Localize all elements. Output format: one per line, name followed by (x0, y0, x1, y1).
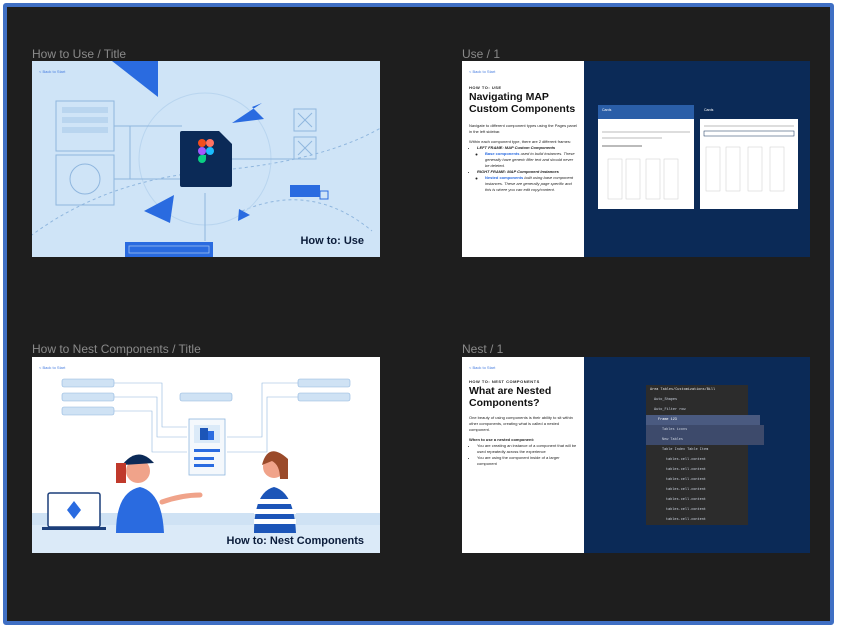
nest-title-caption: How to: Nest Components (226, 535, 365, 547)
layer-row-selected[interactable]: Frame 123 (646, 415, 760, 425)
layers-panel[interactable]: Area Tables/Customizations/Bill Auto_Sha… (646, 385, 764, 525)
frame-how-to-use-title[interactable]: < Back to Start How to: Use (32, 61, 380, 257)
use-1-body: Navigate to different component types us… (469, 123, 577, 193)
layer-row[interactable]: tables.cell.content (646, 475, 768, 485)
back-to-start-link[interactable]: < Back to Start (39, 69, 65, 74)
back-to-start-link[interactable]: < Back to Start (469, 365, 495, 370)
use-1-text-panel: < Back to Start HOW TO: USE Navigating M… (462, 61, 584, 257)
nest-1-eyebrow: HOW TO: NEST COMPONENTS (469, 379, 540, 384)
cards-instances-content (703, 125, 795, 192)
layer-row[interactable]: Auto_Shapes (646, 395, 756, 405)
cards-preview-header: Cards (598, 105, 694, 119)
nest-1-text-panel: < Back to Start HOW TO: NEST COMPONENTS … (462, 357, 584, 553)
layer-row[interactable]: tables.cell.content (646, 515, 768, 525)
nest-1-body: One beauty of using components is their … (469, 415, 577, 467)
layer-row[interactable]: Table Index Table Item (646, 445, 764, 455)
layer-row[interactable]: Tables icons (646, 425, 764, 435)
frame-use-1[interactable]: < Back to Start HOW TO: USE Navigating M… (462, 61, 810, 257)
frame-label-how-to-nest-title[interactable]: How to Nest Components / Title (32, 342, 201, 356)
back-to-start-link[interactable]: < Back to Start (39, 365, 65, 370)
nest-1-title: What are Nested Components? (469, 385, 552, 409)
layer-row[interactable]: New Tables (646, 435, 764, 445)
layer-row[interactable]: tables.cell.content (646, 455, 768, 465)
nest-title-illustration (32, 378, 380, 553)
frame-how-to-nest-title[interactable]: < Back to Start How to: Nest Components (32, 357, 380, 553)
cards-preview-content (602, 131, 690, 200)
layer-row[interactable]: Area Tables/Customizations/Bill (646, 385, 752, 395)
use-1-eyebrow: HOW TO: USE (469, 85, 502, 90)
use-title-caption: How to: Use (300, 235, 364, 247)
frame-label-how-to-use-title[interactable]: How to Use / Title (32, 47, 126, 61)
layer-row[interactable]: tables.cell.content (646, 465, 768, 475)
use-title-illustration (32, 61, 380, 257)
frame-label-use-1[interactable]: Use / 1 (462, 47, 500, 61)
layer-row[interactable]: Auto_Filter row (646, 405, 756, 415)
frame-nest-1[interactable]: < Back to Start HOW TO: NEST COMPONENTS … (462, 357, 810, 553)
layer-row[interactable]: tables.cell.content (646, 505, 768, 515)
cards-instances-preview: Cards (700, 105, 798, 209)
back-to-start-link[interactable]: < Back to Start (469, 69, 495, 74)
layer-row[interactable]: tables.cell.content (646, 485, 768, 495)
cards-base-preview: Cards (598, 105, 694, 209)
layer-row[interactable]: tables.cell.content (646, 495, 768, 505)
use-1-title: Navigating MAP Custom Components (469, 91, 576, 115)
figma-canvas[interactable]: How to Use / Title < Back to Start How t… (3, 3, 834, 625)
frame-label-nest-1[interactable]: Nest / 1 (462, 342, 503, 356)
cards-preview-header: Cards (700, 105, 798, 119)
